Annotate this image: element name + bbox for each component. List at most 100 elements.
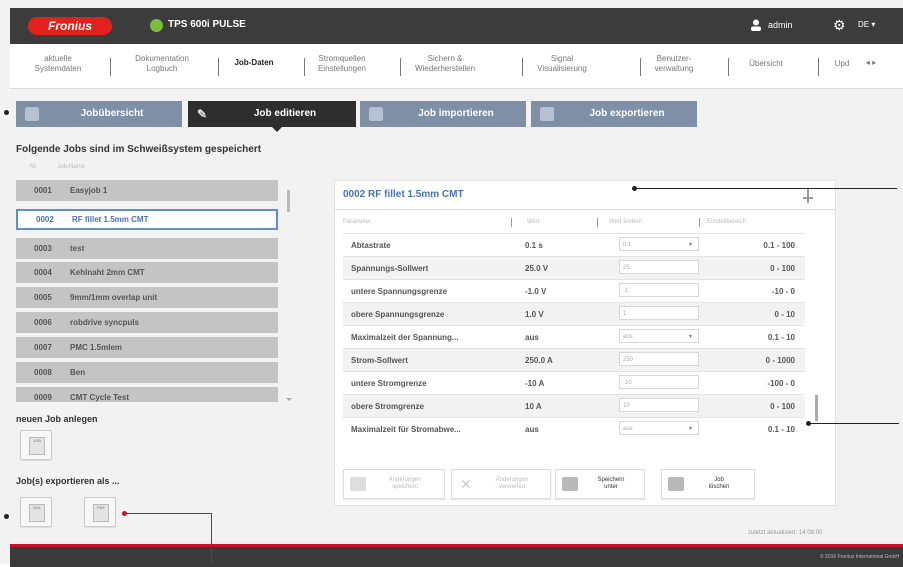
callout-line (809, 423, 899, 424)
tab-label: Job editieren (253, 108, 317, 119)
column-divider (597, 218, 598, 227)
job-detail-title: 0002 RF fillet 1.5mm CMT (343, 189, 464, 200)
parameter-name: Maximalzeit der Spannung... (351, 333, 459, 342)
job-name: robdrive syncpuls (70, 318, 139, 327)
input-value: 25 (623, 265, 630, 271)
column-number: Nr. (30, 164, 38, 170)
column-job-name: Job-Name (57, 164, 86, 170)
parameter-name: untere Spannungsgrenze (351, 287, 448, 296)
parameter-input[interactable]: 1 (619, 306, 699, 320)
pin-icon[interactable] (801, 187, 815, 203)
parameter-row: Maximalzeit für Stromabwe... aus aus ▾ 0.… (343, 417, 805, 440)
nav-current-system-data[interactable]: aktuelle Systemdaten (28, 54, 88, 80)
input-value: -10 (623, 380, 632, 386)
tab-job-export[interactable]: Job exportieren (531, 101, 697, 127)
close-icon: ✕ (460, 476, 472, 492)
job-list-item[interactable]: 0005 9mm/1mm overlap unit (16, 287, 278, 308)
nav-power-source-settings[interactable]: Stromquellen Einstellungen (314, 54, 370, 80)
nav-backup-restore[interactable]: Sichern & Wiederherstellen (406, 54, 484, 80)
job-number: 0002 (36, 215, 54, 224)
new-job-button[interactable]: JOB (20, 430, 52, 460)
fronius-logo[interactable]: Fronius (28, 17, 112, 35)
job-name: CMT Cycle Test (70, 393, 129, 402)
nav-scroll-arrows[interactable]: ◂ ▸ (859, 58, 883, 84)
screen: Fronius TPS 600i PULSE admin ⚙ DE ▾ aktu… (0, 0, 903, 567)
parameter-input[interactable]: -10 (619, 375, 699, 389)
job-name: Kehlnaht 2mm CMT (70, 268, 145, 277)
save-as-icon (562, 477, 578, 491)
parameter-name: obere Spannungsgrenze (351, 310, 445, 319)
parameter-input[interactable]: 10 (619, 398, 699, 412)
job-list-item[interactable]: 0008 Ben (16, 362, 278, 383)
export-xml-button[interactable]: XML (20, 497, 52, 527)
chevron-down-icon: ▾ (688, 426, 692, 432)
xml-file-icon: XML (29, 504, 45, 522)
parameter-value: 10 A (525, 402, 542, 411)
save-as-button[interactable]: Speichern unter (555, 469, 645, 499)
language-selector[interactable]: DE ▾ (858, 20, 875, 29)
parameter-row: obere Stromgrenze 10 A 10 0 - 100 (343, 394, 805, 417)
delete-job-button[interactable]: Job löschen (661, 469, 755, 499)
job-list-item[interactable]: 0001 Easyjob 1 (16, 180, 278, 201)
input-value: aus (623, 426, 633, 432)
tab-label: Job importieren (418, 108, 494, 119)
button-label: Job löschen (708, 477, 730, 490)
parameter-input[interactable]: 25 (619, 260, 699, 274)
parameter-range: 0 - 100 (770, 264, 795, 273)
gear-icon[interactable]: ⚙ (833, 18, 847, 32)
column-divider (511, 218, 512, 227)
parameter-range: 0.1 - 10 (767, 333, 795, 342)
nav-user-management[interactable]: Benutzer- verwaltung (646, 54, 702, 80)
export-pdf-button[interactable]: PDF (84, 497, 116, 527)
input-value: 250 (623, 357, 634, 363)
job-number: 0008 (34, 368, 52, 377)
active-tab-pointer (272, 127, 282, 132)
job-list-item[interactable]: 0004 Kehlnaht 2mm CMT (16, 262, 278, 283)
nav-signal-visualization[interactable]: Signal Visualisierung (528, 54, 596, 80)
job-list[interactable]: 0001 Easyjob 1 0002 RF fillet 1.5mm CMT 00… (16, 180, 278, 402)
status-ok-icon (150, 19, 163, 32)
parameter-name: untere Stromgrenze (351, 379, 427, 388)
job-name: 9mm/1mm overlap unit (70, 293, 158, 302)
job-number: 0009 (34, 393, 52, 402)
input-value: aus (623, 334, 633, 340)
parameter-input[interactable]: -1 (619, 283, 699, 297)
tab-job-overview[interactable]: Jobübersicht (16, 101, 182, 127)
tab-job-import[interactable]: Job importieren (360, 101, 526, 127)
nav-job-data[interactable]: Job-Daten (228, 58, 280, 84)
discard-changes-button[interactable]: ✕ Änderungen verwerfen (451, 469, 551, 499)
job-number: 0003 (34, 244, 52, 253)
tab-job-edit[interactable]: ✎ Job editieren (188, 101, 356, 127)
callout-dot (4, 110, 9, 115)
trash-icon (668, 477, 684, 491)
nav-divider (218, 58, 219, 76)
parameter-name: Maximalzeit für Stromabwe... (351, 425, 461, 434)
parameter-select[interactable]: 0.1 ▾ (619, 237, 699, 251)
section-title: Folgende Jobs sind im Schweißsystem gesp… (16, 144, 262, 155)
scroll-down-icon[interactable] (286, 398, 292, 401)
job-list-item[interactable]: 0009 CMT Cycle Test (16, 387, 278, 402)
parameter-range: -100 - 0 (767, 379, 795, 388)
save-changes-button[interactable]: Änderungen speichern (343, 469, 445, 499)
job-number: 0001 (34, 186, 52, 195)
nav-update[interactable]: Upd (830, 59, 854, 85)
button-label: Änderungen verwerfen (495, 477, 529, 490)
nav-overview[interactable]: Übersicht (746, 59, 786, 85)
parameter-select[interactable]: aus ▾ (619, 421, 699, 435)
parameter-select[interactable]: aus ▾ (619, 329, 699, 343)
job-list-scrollbar[interactable] (287, 190, 290, 212)
parameter-scrollbar[interactable] (815, 395, 818, 421)
job-list-item[interactable]: 0006 robdrive syncpuls (16, 312, 278, 333)
user-icon[interactable] (750, 19, 762, 31)
job-list-header: Nr. Job-Name (30, 164, 103, 170)
parameter-range: 0 - 100 (770, 402, 795, 411)
product-name: TPS 600i PULSE (168, 19, 246, 30)
parameter-value: -1.0 V (525, 287, 547, 296)
pdf-file-icon: PDF (93, 504, 109, 522)
parameter-input[interactable]: 250 (619, 352, 699, 366)
job-list-item-selected[interactable]: 0002 RF fillet 1.5mm CMT (16, 209, 278, 230)
nav-documentation-logbook[interactable]: Dokumentation Logbuch (128, 54, 196, 80)
user-name[interactable]: admin (768, 20, 793, 30)
job-list-item[interactable]: 0003 test (16, 238, 278, 259)
job-list-item[interactable]: 0007 PMC 1.5mlem (16, 337, 278, 358)
